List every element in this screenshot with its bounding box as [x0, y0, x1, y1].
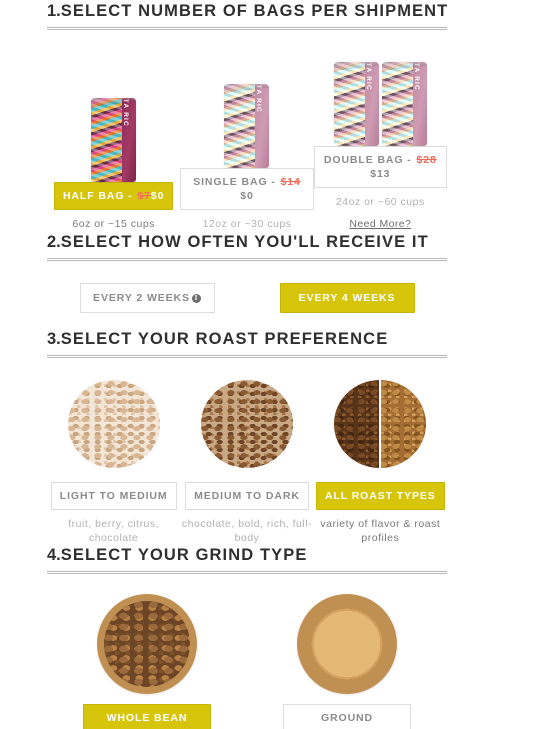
all-roast-button-row: ALL ROAST TYPES — [314, 482, 447, 511]
all-roast-types-image — [314, 376, 447, 472]
medium-dark-button-row: MEDIUM TO DARK — [180, 482, 313, 511]
ground-coffee-image — [247, 592, 447, 696]
section-2-number: 2. — [47, 233, 61, 251]
grind-option-ground: GROUND — [247, 592, 447, 729]
light-roast-image — [47, 376, 180, 472]
ground-button[interactable]: GROUND — [283, 704, 411, 729]
section-delivery-frequency: 2.SELECT HOW OFTEN YOU'LL RECEIVE IT EVE… — [47, 233, 447, 314]
whole-bean-button[interactable]: WHOLE BEAN — [83, 704, 211, 729]
single-bag-description: 12oz or ~30 cups — [202, 218, 292, 231]
half-bag-image: COSTA RIC — [47, 86, 180, 183]
light-to-medium-description: fruit, berry, citrus, chocolate — [68, 518, 160, 545]
split-seam — [379, 380, 382, 468]
bag-side-panel: COSTA RIC — [412, 62, 427, 146]
dark-roast-half — [334, 380, 381, 468]
section-2-heading: 2.SELECT HOW OFTEN YOU'LL RECEIVE IT — [47, 233, 447, 261]
section-1-title: SELECT NUMBER OF BAGS PER SHIPMENT — [60, 2, 449, 20]
frequency-option-2-weeks: EVERY 2 WEEKS i — [47, 283, 247, 314]
coffee-bag-icon: COSTA RIC — [381, 62, 427, 146]
light-to-medium-button[interactable]: LIGHT TO MEDIUM — [50, 482, 177, 511]
section-3-number: 3. — [47, 330, 61, 348]
every-2-weeks-label: EVERY 2 WEEKS — [93, 292, 190, 304]
whole-bean-image — [47, 592, 247, 696]
grind-option-whole-bean: WHOLE BEAN — [47, 592, 247, 729]
whole-bean-button-row: WHOLE BEAN — [47, 704, 247, 729]
section-4-title: SELECT YOUR GRIND TYPE — [60, 546, 308, 564]
medium-dark-roast-image — [180, 376, 313, 472]
section-4-number: 4. — [47, 546, 61, 564]
bag-side-panel: COSTA RIC — [255, 84, 270, 168]
half-bag-button[interactable]: HALF BAG - $7$0 — [53, 182, 174, 211]
coffee-bag-pair: COSTA RIC COSTA RIC — [333, 62, 427, 146]
roast-option-medium-to-dark: MEDIUM TO DARK chocolate, bold, rich, fu… — [180, 376, 313, 546]
bag-option-single: COSTA RIC SINGLE BAG - $14 $0 12oz or ~3… — [180, 72, 314, 232]
section-roast-preference: 3.SELECT YOUR ROAST PREFERENCE LIGHT TO … — [47, 330, 447, 546]
light-roast-button-row: LIGHT TO MEDIUM — [47, 482, 180, 511]
double-bag-new-price: $13 — [370, 168, 391, 181]
half-bag-new-price: $0 — [150, 190, 165, 203]
section-2-title: SELECT HOW OFTEN YOU'LL RECEIVE IT — [60, 233, 429, 251]
half-bag-label: HALF BAG - — [62, 190, 137, 203]
every-4-weeks-button[interactable]: EVERY 4 WEEKS — [279, 283, 415, 314]
roast-options: LIGHT TO MEDIUM fruit, berry, citrus, ch… — [47, 376, 447, 546]
single-bag-label: SINGLE BAG - — [193, 176, 280, 188]
single-bag-old-price: $14 — [280, 176, 301, 188]
coffee-bowl-icon — [97, 594, 197, 694]
double-bag-button[interactable]: DOUBLE BAG - $28 $13 — [313, 146, 447, 189]
roast-option-all-types: ALL ROAST TYPES variety of flavor & roas… — [314, 376, 447, 546]
grind-options: WHOLE BEAN GROUND — [47, 592, 447, 729]
double-bag-description: 24oz or ~60 cups — [335, 196, 425, 209]
double-bag-label: DOUBLE BAG - — [323, 154, 416, 166]
bag-side-panel: COSTA RIC — [122, 98, 137, 183]
every-2-weeks-button[interactable]: EVERY 2 WEEKS i — [79, 283, 215, 314]
coffee-beans-icon — [334, 380, 427, 468]
section-3-heading: 3.SELECT YOUR ROAST PREFERENCE — [47, 330, 447, 358]
need-more-link[interactable]: Need More? — [349, 218, 411, 230]
single-bag-button[interactable]: SINGLE BAG - $14 $0 — [180, 168, 314, 211]
section-1-heading: 1.SELECT NUMBER OF BAGS PER SHIPMENT — [47, 2, 447, 30]
frequency-options: EVERY 2 WEEKS i EVERY 4 WEEKS — [47, 283, 447, 314]
coffee-bowl-icon — [297, 594, 397, 694]
light-roast-half — [380, 380, 427, 468]
info-icon[interactable]: i — [191, 294, 201, 303]
bag-option-half: COSTA RIC HALF BAG - $7$0 6oz or ~15 cup… — [47, 86, 180, 231]
double-bag-old-price: $28 — [416, 154, 437, 166]
roast-option-light-to-medium: LIGHT TO MEDIUM fruit, berry, citrus, ch… — [47, 376, 180, 546]
coffee-beans-icon — [67, 380, 160, 468]
coffee-beans-icon — [200, 380, 293, 468]
ground-button-row: GROUND — [247, 704, 447, 729]
medium-to-dark-button[interactable]: MEDIUM TO DARK — [185, 482, 309, 511]
bowl-contents — [104, 601, 190, 687]
section-3-title: SELECT YOUR ROAST PREFERENCE — [60, 330, 389, 348]
all-roast-types-button[interactable]: ALL ROAST TYPES — [315, 482, 445, 511]
frequency-option-4-weeks: EVERY 4 WEEKS — [247, 283, 447, 314]
section-grind-type: 4.SELECT YOUR GRIND TYPE WHOLE BEAN GROU… — [47, 546, 447, 729]
single-bag-new-price: $0 — [240, 190, 254, 203]
coffee-bag-icon: COSTA RIC — [333, 62, 379, 146]
bag-options: COSTA RIC HALF BAG - $7$0 6oz or ~15 cup… — [47, 50, 447, 232]
single-bag-image: COSTA RIC — [180, 72, 313, 168]
coffee-bag-icon: COSTA RIC — [224, 84, 270, 168]
section-4-heading: 4.SELECT YOUR GRIND TYPE — [47, 546, 447, 574]
double-bag-image: COSTA RIC COSTA RIC — [314, 50, 447, 146]
section-1-number: 1. — [47, 2, 61, 20]
medium-to-dark-description: chocolate, bold, rich, full-body — [181, 518, 313, 545]
coffee-bag-icon: COSTA RIC — [91, 98, 137, 183]
subscription-builder-page: 1.SELECT NUMBER OF BAGS PER SHIPMENT COS… — [0, 0, 548, 729]
half-bag-old-price: $7 — [137, 190, 151, 203]
section-bags-per-shipment: 1.SELECT NUMBER OF BAGS PER SHIPMENT COS… — [47, 2, 447, 232]
half-bag-description: 6oz or ~15 cups — [72, 218, 155, 231]
all-roast-types-description: variety of flavor & roast profiles — [320, 518, 441, 545]
bag-side-panel: COSTA RIC — [364, 62, 379, 146]
bag-option-double: COSTA RIC COSTA RIC DOUBLE BAG - $28 $13… — [313, 50, 447, 232]
